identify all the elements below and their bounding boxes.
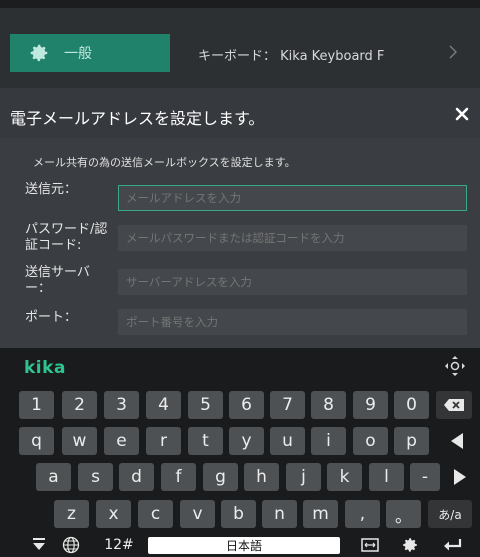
kika-logo: kika <box>24 358 66 378</box>
key-y[interactable]: y <box>229 427 264 455</box>
key-h[interactable]: h <box>244 463 279 491</box>
key-n[interactable]: n <box>262 500 297 528</box>
gear-icon <box>30 44 48 62</box>
keyboard-setting[interactable]: キーボード： Kika Keyboard F <box>198 45 384 64</box>
soft-keyboard: kika 1 2 3 4 5 6 7 8 9 0 q w e r t y u i… <box>0 348 480 557</box>
key-e[interactable]: e <box>104 427 139 455</box>
kana-toggle-key[interactable]: あ/a <box>428 500 472 528</box>
key-o[interactable]: o <box>353 427 388 455</box>
tab-general[interactable]: 一般 <box>10 34 170 72</box>
hide-keyboard-icon <box>33 538 45 550</box>
globe-icon <box>62 536 80 554</box>
sender-label: 送信元： <box>25 182 78 197</box>
key-7[interactable]: 7 <box>270 391 305 419</box>
password-input[interactable] <box>118 225 467 251</box>
cursor-right-key[interactable] <box>445 463 475 491</box>
port-label: ポート： <box>25 310 78 325</box>
gear-icon <box>403 538 417 552</box>
key-4[interactable]: 4 <box>146 391 181 419</box>
cursor-left-key[interactable] <box>442 427 472 455</box>
status-bar <box>0 0 480 8</box>
key-u[interactable]: u <box>270 427 305 455</box>
key-1[interactable]: 1 <box>19 391 54 419</box>
keyboard-toolbar: kika <box>0 348 480 382</box>
key-6[interactable]: 6 <box>229 391 264 419</box>
key-x[interactable]: x <box>96 500 131 528</box>
hide-keyboard-key[interactable] <box>24 535 54 555</box>
key-f[interactable]: f <box>161 463 196 491</box>
email-settings-dialog: 電子メールアドレスを設定します。 メール共有の為の送信メールボックスを設定します… <box>0 88 480 348</box>
key-l[interactable]: l <box>369 463 404 491</box>
backspace-key[interactable] <box>436 391 472 419</box>
key-t[interactable]: t <box>188 427 223 455</box>
key-5[interactable]: 5 <box>188 391 223 419</box>
key-0[interactable]: 0 <box>394 391 429 419</box>
keyboard-settings-key[interactable] <box>396 535 424 555</box>
key-3[interactable]: 3 <box>104 391 139 419</box>
key-period[interactable]: 。 <box>386 500 421 528</box>
enter-icon <box>444 539 462 551</box>
server-address-input[interactable] <box>118 269 467 295</box>
key-w[interactable]: w <box>62 427 97 455</box>
enter-key[interactable] <box>438 535 468 555</box>
space-key[interactable]: 日本語 <box>148 537 340 554</box>
server-label: 送信サーバ ー： <box>25 265 90 296</box>
sender-email-input[interactable] <box>118 185 467 211</box>
key-r[interactable]: r <box>146 427 181 455</box>
chevron-right-icon[interactable] <box>446 43 460 61</box>
key-m[interactable]: m <box>303 500 338 528</box>
settings-bar: 一般 キーボード： Kika Keyboard F <box>0 8 480 88</box>
key-j[interactable]: j <box>286 463 321 491</box>
language-key[interactable] <box>56 535 86 555</box>
key-hyphen[interactable]: - <box>410 463 440 491</box>
port-input[interactable] <box>118 309 467 335</box>
key-i[interactable]: i <box>311 427 346 455</box>
close-icon[interactable] <box>451 103 473 125</box>
dialog-description: メール共有の為の送信メールボックスを設定します。 <box>33 156 296 169</box>
key-z[interactable]: z <box>54 500 89 528</box>
key-c[interactable]: c <box>138 500 173 528</box>
key-k[interactable]: k <box>327 463 362 491</box>
key-comma[interactable]: , <box>345 500 380 528</box>
key-8[interactable]: 8 <box>311 391 346 419</box>
expand-arrows-icon <box>361 538 379 552</box>
triangle-left-icon <box>451 433 463 449</box>
triangle-right-icon <box>454 469 466 485</box>
key-2[interactable]: 2 <box>62 391 97 419</box>
key-s[interactable]: s <box>78 463 113 491</box>
key-g[interactable]: g <box>203 463 238 491</box>
key-v[interactable]: v <box>180 500 215 528</box>
key-b[interactable]: b <box>221 500 256 528</box>
password-label: パスワード/認 証コード: <box>25 222 108 253</box>
backspace-icon <box>444 399 464 411</box>
dialog-title: 電子メールアドレスを設定します。 <box>10 109 265 128</box>
move-icon[interactable] <box>444 355 466 377</box>
key-a[interactable]: a <box>36 463 71 491</box>
key-9[interactable]: 9 <box>353 391 388 419</box>
symbols-key[interactable]: 12# <box>102 535 136 555</box>
key-d[interactable]: d <box>119 463 154 491</box>
expand-key[interactable] <box>356 535 384 555</box>
key-q[interactable]: q <box>19 427 54 455</box>
key-p[interactable]: p <box>394 427 429 455</box>
tab-general-label: 一般 <box>64 46 92 62</box>
